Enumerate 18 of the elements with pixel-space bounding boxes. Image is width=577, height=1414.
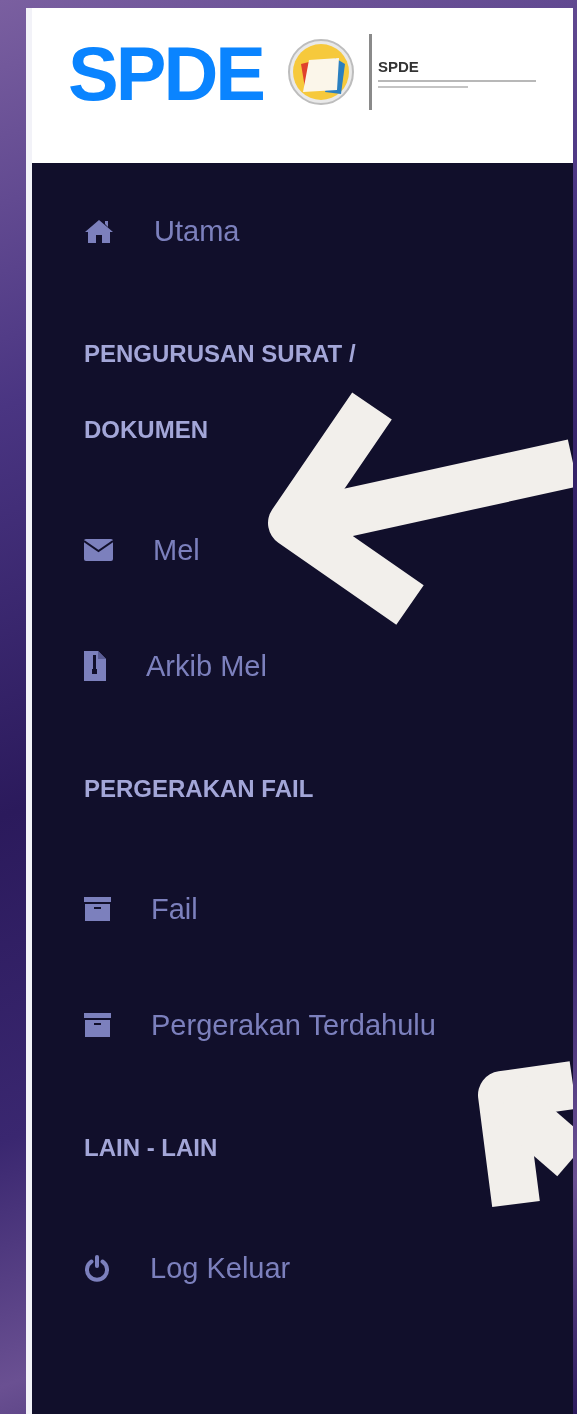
- logo-text: SPDE: [377, 59, 420, 75]
- brand-title: SPDE: [68, 36, 263, 112]
- envelope-icon: [84, 539, 113, 561]
- power-icon: [84, 1254, 110, 1282]
- section-heading: LAIN - LAIN: [84, 1133, 219, 1163]
- menu-item[interactable]: Pergerakan Terdahulu: [84, 967, 436, 1083]
- menu-item[interactable]: Log Keluar: [84, 1210, 291, 1326]
- document-icon: [84, 651, 106, 681]
- menu-item[interactable]: Utama: [84, 173, 240, 289]
- menu-item[interactable]: Mel: [84, 492, 200, 608]
- archive-box-icon: [84, 897, 111, 921]
- menu-item[interactable]: Arkib Mel: [84, 608, 267, 724]
- section-heading: PERGERAKAN FAIL: [84, 774, 315, 804]
- menu-item[interactable]: Fail: [84, 851, 198, 967]
- home-icon: [84, 218, 114, 244]
- emblem-icon: [286, 38, 355, 106]
- section-heading: PENGURUSAN SURAT / DOKUMEN: [84, 339, 357, 445]
- archive-box-icon: [84, 1013, 111, 1037]
